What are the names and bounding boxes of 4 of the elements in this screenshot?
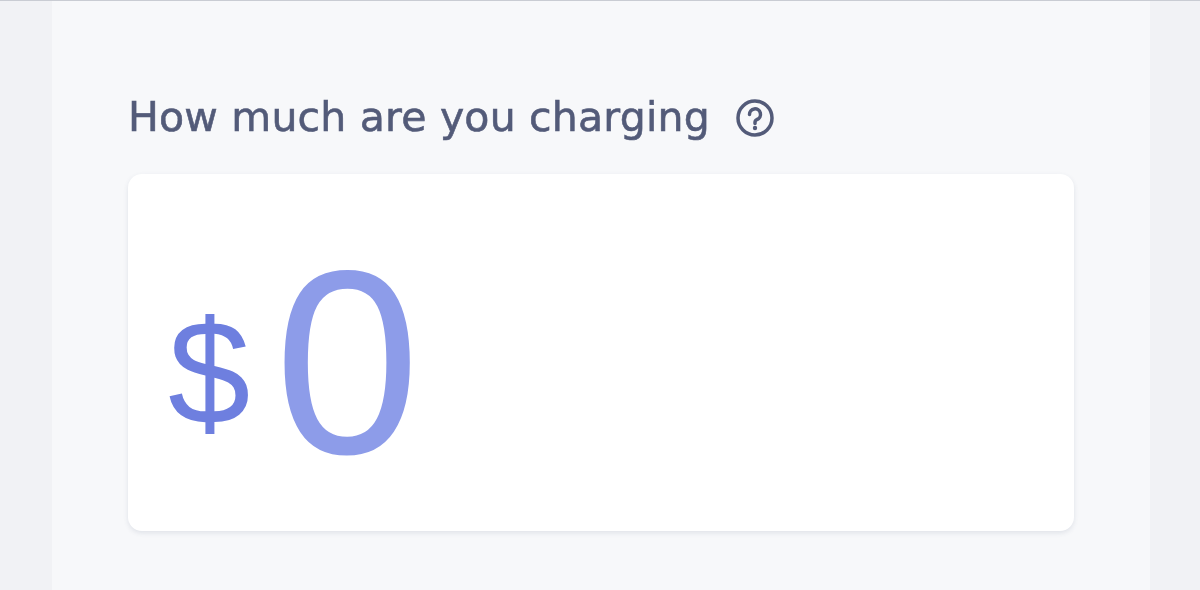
currency-symbol: $	[168, 298, 251, 447]
amount-field[interactable]: 0	[274, 211, 425, 514]
question-label: How much are you charging	[128, 93, 710, 143]
help-icon[interactable]	[733, 96, 776, 139]
